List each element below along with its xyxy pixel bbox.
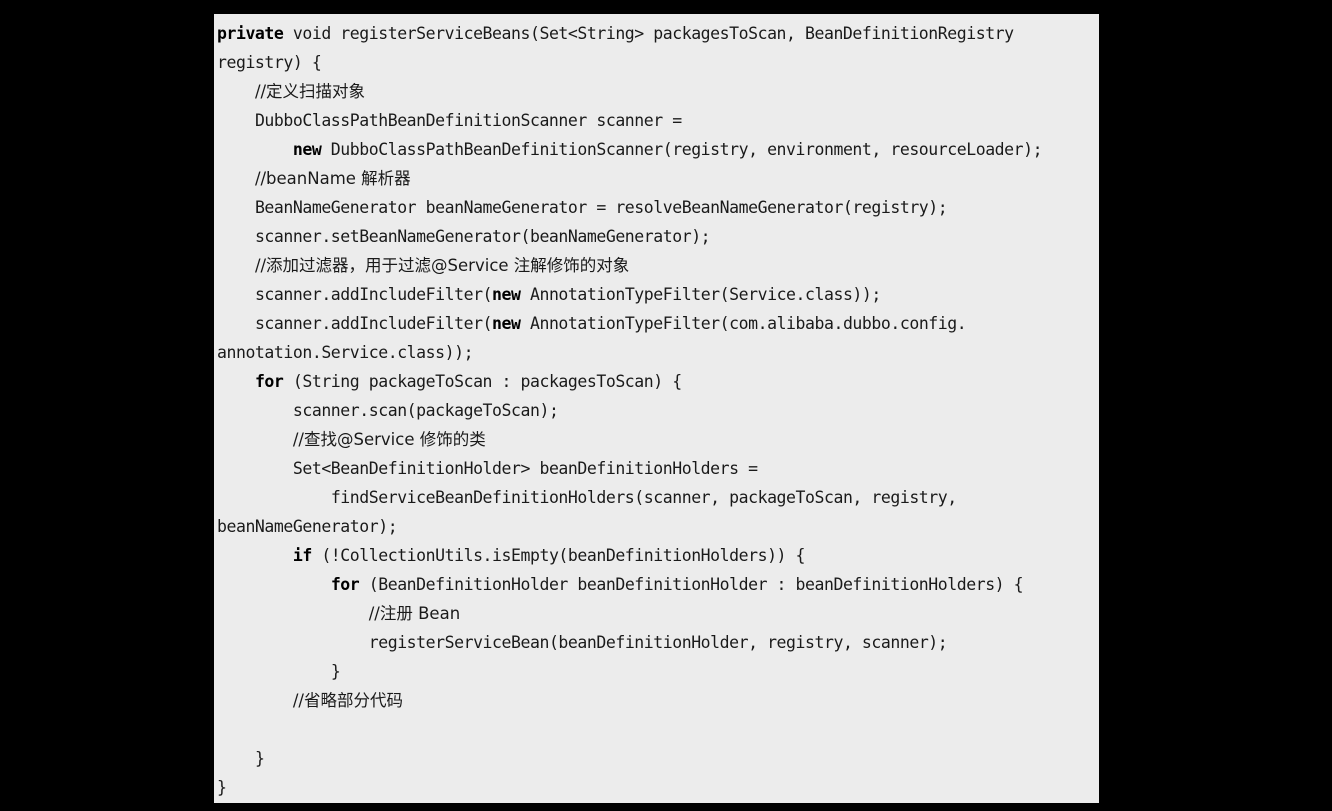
code-text: (!CollectionUtils.isEmpty(beanDefinition… — [311, 546, 806, 565]
code-line: new DubboClassPathBeanDefinitionScanner(… — [217, 135, 1043, 164]
code-line: for (String packageToScan : packagesToSc… — [217, 367, 1042, 396]
code-text: AnnotationTypeFilter(Service.class)); — [520, 285, 881, 304]
code-block: private void registerServiceBeans(Set<St… — [214, 14, 1099, 803]
code-comment: //注册 Bean — [368, 604, 461, 623]
code-comment: //beanName 解析器 — [254, 169, 411, 188]
code-text: void registerServiceBeans(Set<String> pa… — [283, 24, 1014, 43]
code-line: //添加过滤器，用于过滤@Service 注解修饰的对象 — [217, 251, 1042, 280]
code-text: } — [254, 749, 265, 768]
code-text: Set<BeanDefinitionHolder> beanDefinition… — [292, 459, 758, 478]
code-line: DubboClassPathBeanDefinitionScanner scan… — [217, 106, 1042, 135]
code-text: registerServiceBean(beanDefinitionHolder… — [368, 633, 948, 652]
code-line: Set<BeanDefinitionHolder> beanDefinition… — [217, 454, 1042, 483]
code-text: scanner.addIncludeFilter( — [254, 314, 493, 333]
code-text: (BeanDefinitionHolder beanDefinitionHold… — [359, 575, 1024, 594]
code-line: beanNameGenerator); — [217, 512, 1042, 541]
code-line: registerServiceBean(beanDefinitionHolder… — [217, 628, 1042, 657]
code-keyword: for — [254, 372, 284, 391]
code-lines: private void registerServiceBeans(Set<St… — [217, 19, 1043, 802]
code-line: scanner.scan(packageToScan); — [217, 396, 1042, 425]
code-keyword: new — [292, 140, 322, 159]
code-line: scanner.addIncludeFilter(new AnnotationT… — [217, 280, 1042, 309]
code-line: //定义扫描对象 — [217, 77, 1042, 106]
code-line: } — [217, 657, 1042, 686]
code-text: scanner.addIncludeFilter( — [254, 285, 493, 304]
code-text: (String packageToScan : packagesToScan) … — [283, 372, 682, 391]
code-text: annotation.Service.class)); — [217, 343, 474, 362]
code-text: } — [330, 662, 341, 681]
code-keyword: for — [330, 575, 360, 594]
code-text: BeanNameGenerator beanNameGenerator = re… — [254, 198, 948, 217]
code-line: scanner.setBeanNameGenerator(beanNameGen… — [217, 222, 1042, 251]
code-keyword: new — [492, 285, 521, 304]
code-line: private void registerServiceBeans(Set<St… — [217, 19, 1042, 48]
code-line: for (BeanDefinitionHolder beanDefinition… — [217, 570, 1042, 599]
code-line: //注册 Bean — [217, 599, 1042, 628]
code-text: AnnotationTypeFilter(com.alibaba.dubbo.c… — [520, 314, 967, 333]
code-line: annotation.Service.class)); — [217, 338, 1042, 367]
code-comment: //查找@Service 修饰的类 — [292, 430, 486, 449]
code-text: scanner.setBeanNameGenerator(beanNameGen… — [254, 227, 711, 246]
code-line: BeanNameGenerator beanNameGenerator = re… — [217, 193, 1042, 222]
code-line: if (!CollectionUtils.isEmpty(beanDefinit… — [217, 541, 1042, 570]
code-line: //beanName 解析器 — [217, 164, 1042, 193]
code-text: DubboClassPathBeanDefinitionScanner(regi… — [321, 140, 1043, 159]
code-text: scanner.scan(packageToScan); — [292, 401, 559, 420]
code-line: } — [217, 744, 1042, 773]
code-keyword: new — [492, 314, 521, 333]
code-keyword: if — [292, 546, 312, 565]
code-line: } — [217, 773, 1042, 802]
code-text: DubboClassPathBeanDefinitionScanner scan… — [254, 111, 682, 130]
code-comment: //定义扫描对象 — [254, 82, 366, 101]
code-text: findServiceBeanDefinitionHolders(scanner… — [330, 488, 957, 507]
code-comment: //省略部分代码 — [292, 691, 403, 710]
code-comment: //添加过滤器，用于过滤@Service 注解修饰的对象 — [254, 256, 630, 275]
code-line: findServiceBeanDefinitionHolders(scanner… — [217, 483, 1042, 512]
code-text: registry) { — [217, 53, 322, 72]
code-line: scanner.addIncludeFilter(new AnnotationT… — [217, 309, 1042, 338]
code-text: beanNameGenerator); — [217, 517, 398, 536]
code-line: //查找@Service 修饰的类 — [217, 425, 1042, 454]
code-text: } — [217, 778, 227, 797]
code-line: //省略部分代码 — [217, 686, 1042, 715]
code-keyword: private — [217, 24, 284, 43]
code-line: registry) { — [217, 48, 1042, 77]
